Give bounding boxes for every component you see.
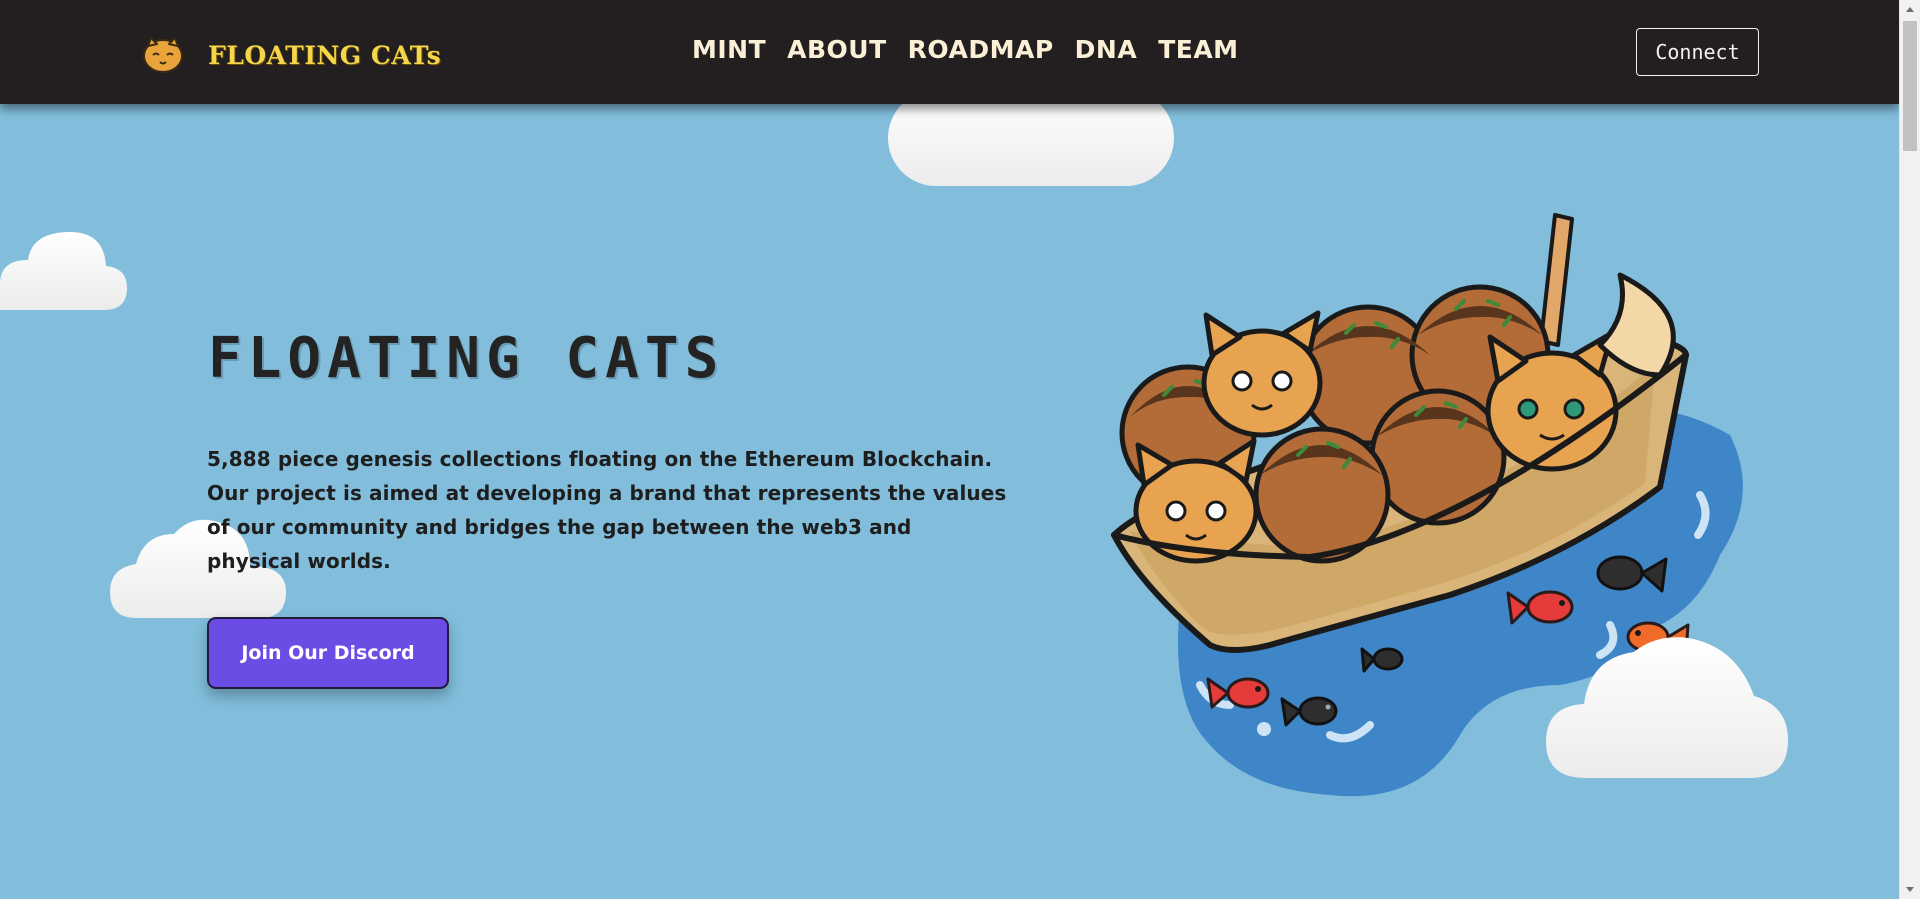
navbar: FLOATING CATs MINT ABOUT ROADMAP DNA TEA…: [0, 0, 1899, 104]
main-nav: MINT ABOUT ROADMAP DNA TEAM: [692, 35, 1239, 64]
scroll-up-arrow-icon[interactable]: [1906, 7, 1914, 12]
cat-head-right-icon: [1485, 330, 1619, 472]
nav-link-mint[interactable]: MINT: [692, 35, 766, 64]
scroll-thumb[interactable]: [1903, 21, 1917, 151]
nav-link-roadmap[interactable]: ROADMAP: [908, 35, 1054, 64]
nav-link-team[interactable]: TEAM: [1158, 35, 1238, 64]
brand-link[interactable]: FLOATING CATs: [142, 36, 441, 74]
scroll-down-arrow-icon[interactable]: [1906, 887, 1914, 892]
goldfish-black-middle-icon: [1360, 647, 1404, 673]
brand-name: FLOATING CATs: [208, 40, 442, 70]
nav-link-dna[interactable]: DNA: [1075, 35, 1138, 64]
cat-head-left-icon: [1201, 310, 1323, 438]
cat-face-logo-icon: [143, 37, 183, 73]
hero-title: FLOATING CATS: [208, 326, 725, 391]
cloud-left-top: [0, 230, 128, 312]
hero-description: 5,888 piece genesis collections floating…: [207, 447, 1007, 573]
cloud-top-center: [888, 90, 1174, 188]
page-scrollbar[interactable]: [1899, 0, 1920, 899]
connect-wallet-button[interactable]: Connect: [1636, 28, 1759, 76]
nav-link-about[interactable]: ABOUT: [787, 35, 887, 64]
join-discord-button[interactable]: Join Our Discord: [207, 617, 449, 689]
cloud-right-bottom: [1546, 634, 1790, 780]
